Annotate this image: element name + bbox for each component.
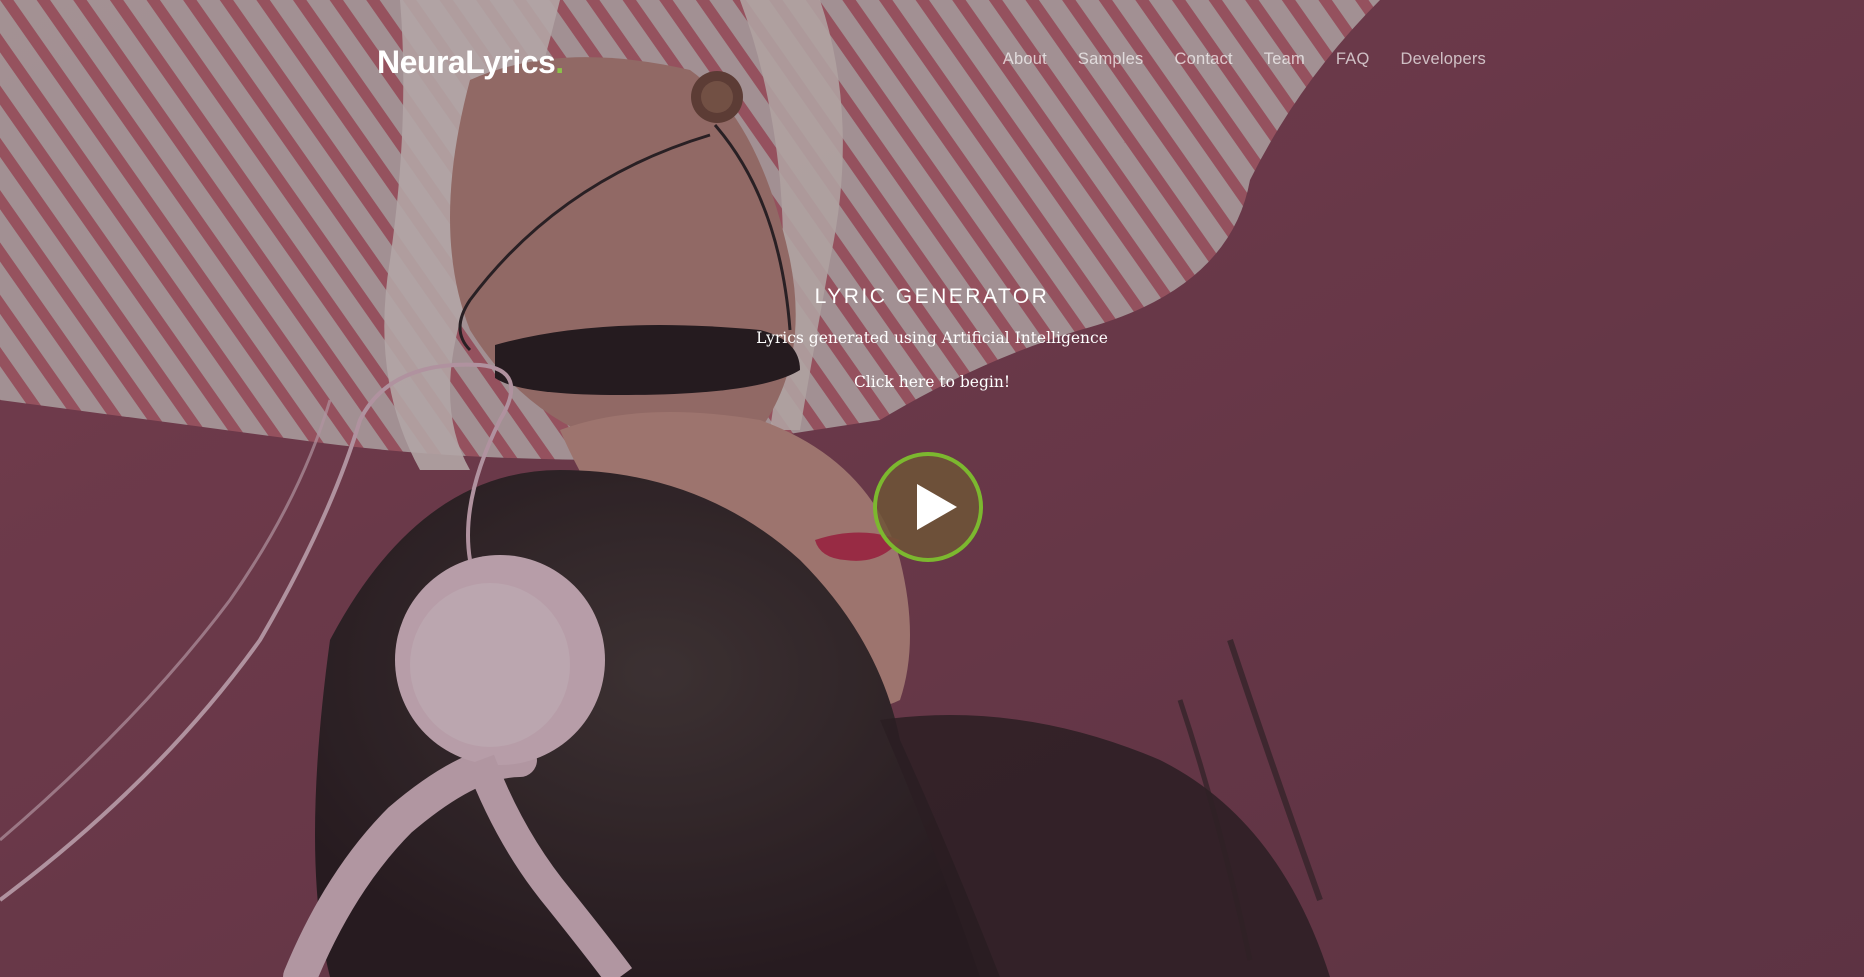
play-button[interactable] [873, 452, 983, 562]
nav-link-team[interactable]: Team [1264, 50, 1305, 69]
nav-link-contact[interactable]: Contact [1175, 50, 1233, 69]
hero-subtitle: Lyrics generated using Artificial Intell… [756, 329, 1108, 347]
nav-link-developers[interactable]: Developers [1401, 50, 1486, 69]
nav-link-faq[interactable]: FAQ [1336, 50, 1370, 69]
hero-content: LYRIC GENERATOR Lyrics generated using A… [0, 285, 1864, 391]
hero-title: LYRIC GENERATOR [814, 285, 1050, 308]
begin-link[interactable]: Click here to begin! [0, 373, 1864, 391]
nav-menu: About Samples Contact Team FAQ Developer… [1003, 50, 1486, 69]
hero-section: NeuraLyrics. About Samples Contact Team … [0, 0, 1864, 977]
navbar: NeuraLyrics. About Samples Contact Team … [0, 0, 1864, 120]
brand-dot: . [555, 44, 564, 80]
play-icon [917, 484, 957, 530]
nav-link-samples[interactable]: Samples [1078, 50, 1144, 69]
brand-logo[interactable]: NeuraLyrics. [377, 44, 564, 81]
brand-name: NeuraLyrics [377, 44, 556, 80]
nav-link-about[interactable]: About [1003, 50, 1047, 69]
